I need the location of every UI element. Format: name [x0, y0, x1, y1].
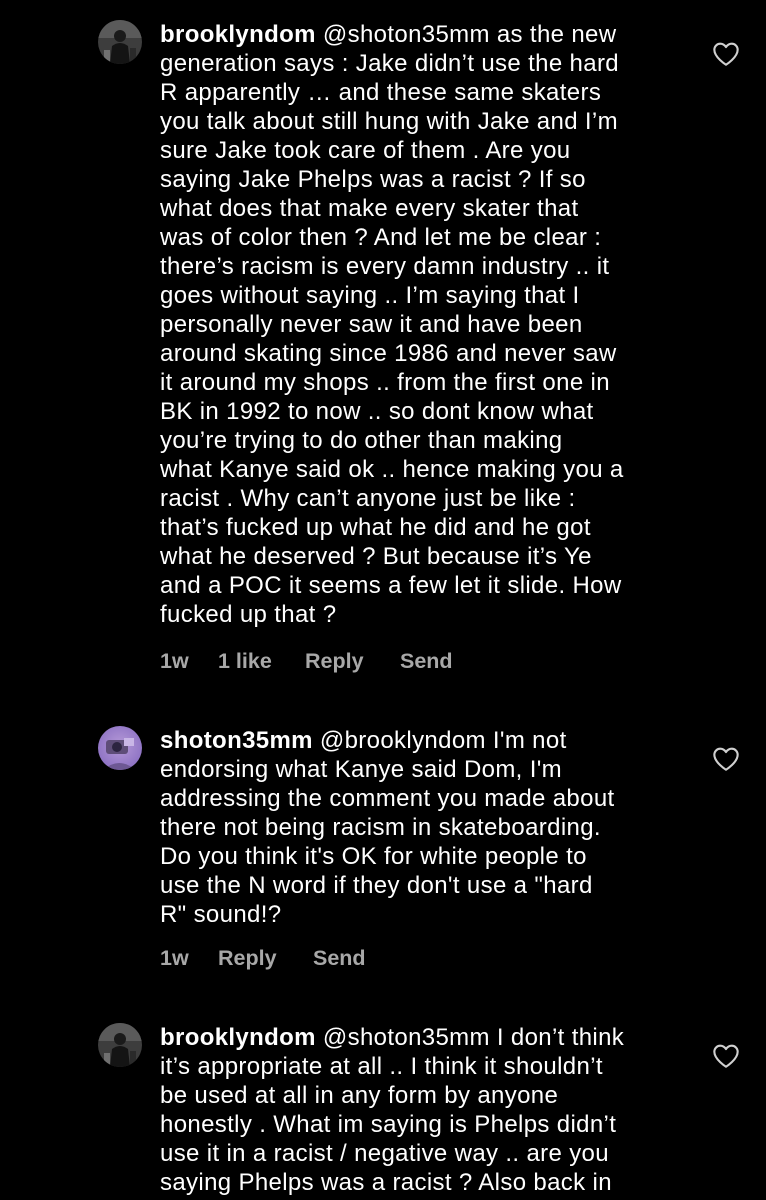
avatar-shoton35mm[interactable] [98, 726, 142, 770]
comment-text-line: and a POC it seems a few let it slide. H… [160, 572, 622, 599]
username[interactable]: brooklyndom [160, 21, 316, 48]
comment-text-line: it around my shops .. from the first one… [160, 369, 610, 396]
comment-text-line: fucked up that ? [160, 601, 337, 628]
comment-text-line: saying Jake Phelps was a racist ? If so [160, 166, 586, 193]
comment-text-line: Do you think it's OK for white people to [160, 843, 587, 870]
comment-text-line: racist . Why can’t anyone just be like : [160, 485, 576, 512]
comment-text-line: sure Jake took care of them . Are you [160, 137, 571, 164]
comment-text-line: @shoton35mm I don’t think [322, 1024, 625, 1051]
comment-text: brooklyndom @shoton35mm I don’t think it… [160, 1023, 690, 1197]
comment-text-line: @brooklyndom I'm not [319, 727, 567, 754]
comment-text: shoton35mm @brooklyndom I'm not endorsin… [160, 726, 690, 929]
comment-text-line: saying Phelps was a racist ? Also back i… [160, 1169, 612, 1196]
comment-text-line: it’s appropriate at all .. I think it sh… [160, 1053, 603, 1080]
comment-text-line: there not being racism in skateboarding. [160, 814, 601, 841]
username[interactable]: brooklyndom [160, 1024, 316, 1051]
username[interactable]: shoton35mm [160, 727, 313, 754]
comment-text-line: what does that make every skater that [160, 195, 579, 222]
comment-text-line: what Kanye said ok .. hence making you a [160, 456, 624, 483]
avatar-brooklyndom[interactable] [98, 1023, 142, 1067]
avatar-brooklyndom[interactable] [98, 20, 142, 64]
heart-outline-icon[interactable] [712, 41, 740, 67]
like-count[interactable]: 1 like [218, 648, 272, 674]
reply-button[interactable]: Reply [218, 945, 277, 971]
avatar-image [98, 1023, 142, 1067]
comment-text-line: was of color then ? And let me be clear … [160, 224, 602, 251]
comment-text-line: around skating since 1986 and never saw [160, 340, 617, 367]
timestamp[interactable]: 1w [160, 648, 189, 674]
comment-text-line: use it in a racist / negative way .. are… [160, 1140, 609, 1167]
comment-text-line: @shoton35mm as the new [322, 21, 617, 48]
comment-line: brooklyndom @shoton35mm I don’t think [160, 1023, 690, 1052]
send-button[interactable]: Send [313, 945, 366, 971]
send-button[interactable]: Send [400, 648, 453, 674]
comment-text: brooklyndom @shoton35mm as the new gener… [160, 20, 690, 629]
comment-line: shoton35mm @brooklyndom I'm not [160, 726, 690, 755]
comment-text-line: personally never saw it and have been [160, 311, 583, 338]
comment-text-line: generation says : Jake didn’t use the ha… [160, 50, 619, 77]
comment-text-line: R" sound!? [160, 901, 282, 928]
heart-outline-icon[interactable] [712, 746, 740, 772]
heart-outline-icon[interactable] [712, 1043, 740, 1069]
comment-text-line: honestly . What im saying is Phelps didn… [160, 1111, 617, 1138]
comment-text-line: that’s fucked up what he did and he got [160, 514, 591, 541]
comment-text-line: BK in 1992 to now .. so dont know what [160, 398, 594, 425]
comment-text-line: you talk about still hung with Jake and … [160, 108, 618, 135]
timestamp[interactable]: 1w [160, 945, 189, 971]
comment-text-line: you’re trying to do other than making [160, 427, 563, 454]
comment-text-line: goes without saying .. I’m saying that I [160, 282, 580, 309]
avatar-image [98, 726, 142, 770]
comment-thread: brooklyndom @shoton35mm as the new gener… [0, 0, 766, 1200]
comment-text-line: there’s racism is every damn industry ..… [160, 253, 610, 280]
comment-text-line: endorsing what Kanye said Dom, I'm [160, 756, 563, 783]
comment-text-line: what he deserved ? But because it’s Ye [160, 543, 592, 570]
comment-text-line: use the N word if they don't use a "hard [160, 872, 593, 899]
avatar-image [98, 20, 142, 64]
comment-text-line: R apparently … and these same skaters [160, 79, 602, 106]
comment-text-line: be used at all in any form by anyone [160, 1082, 559, 1109]
comment-text-line: addressing the comment you made about [160, 785, 615, 812]
reply-button[interactable]: Reply [305, 648, 364, 674]
comment-line: brooklyndom @shoton35mm as the new [160, 20, 690, 49]
